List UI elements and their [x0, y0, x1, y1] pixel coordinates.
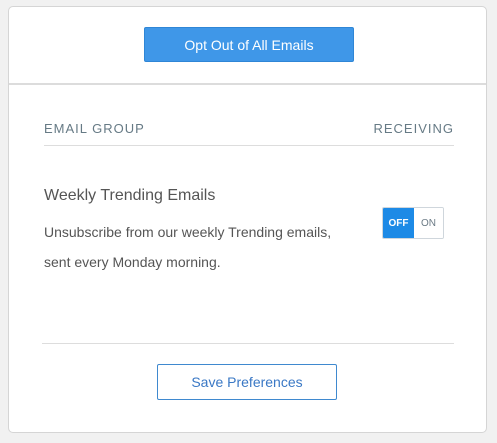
receiving-column-header: RECEIVING [373, 121, 454, 136]
toggle-on-option[interactable]: ON [414, 208, 443, 238]
email-group-title: Weekly Trending Emails [44, 187, 216, 204]
divider [42, 343, 454, 344]
toggle-off-option[interactable]: OFF [383, 208, 414, 238]
email-preferences-card: Opt Out of All Emails EMAIL GROUP RECEIV… [8, 6, 487, 433]
top-section: Opt Out of All Emails [9, 7, 486, 85]
email-group-description: Unsubscribe from our weekly Trending ema… [44, 224, 332, 270]
receiving-toggle[interactable]: OFF ON [382, 207, 444, 239]
opt-out-all-button[interactable]: Opt Out of All Emails [144, 27, 354, 62]
table-header: EMAIL GROUP RECEIVING [44, 121, 454, 146]
email-group-column-header: EMAIL GROUP [44, 121, 145, 136]
save-preferences-button[interactable]: Save Preferences [157, 364, 337, 400]
